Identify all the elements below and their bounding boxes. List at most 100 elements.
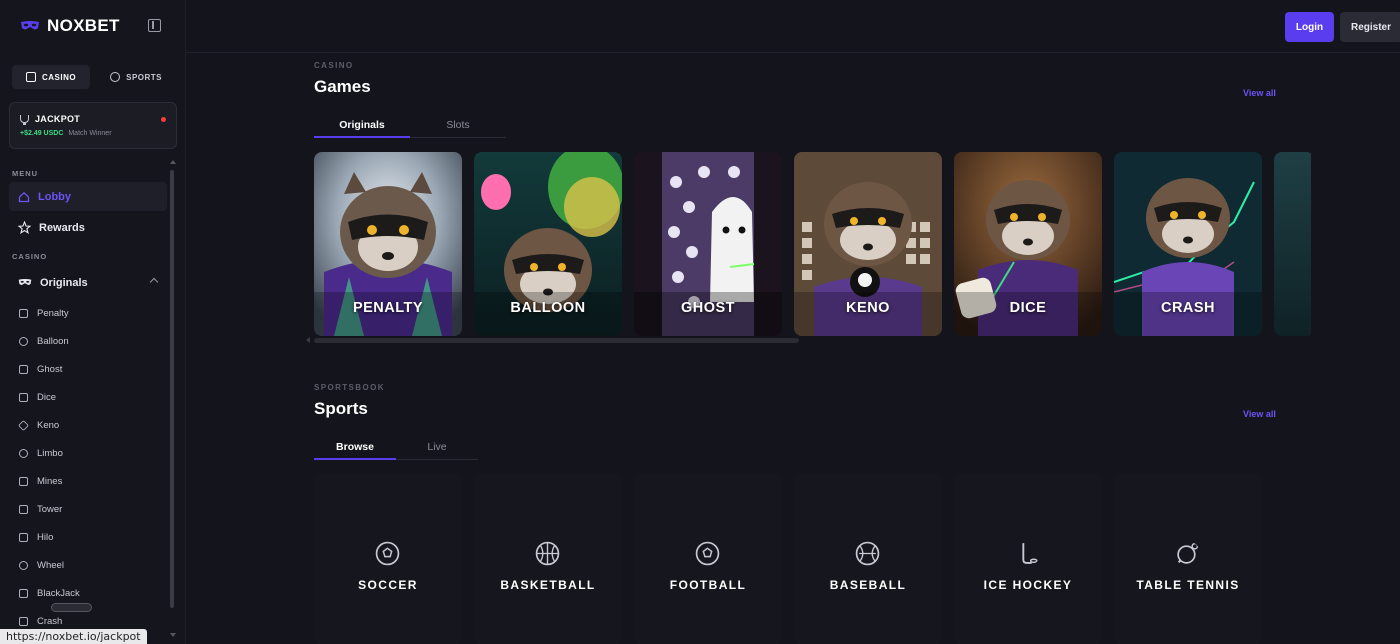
game-card-dice[interactable]: DICE [954, 152, 1102, 336]
sport-name: TABLE TENNIS [1136, 578, 1240, 592]
sidebar-item-lobby[interactable]: Lobby [9, 182, 167, 211]
games-carousel-scrollbar[interactable] [306, 337, 799, 343]
jackpot-subtitle: +$2.49 USDC Match Winner [20, 130, 112, 137]
mask-icon [18, 279, 32, 285]
sport-card-football[interactable]: FOOTBALL [634, 473, 782, 644]
sport-card-table-tennis[interactable]: TABLE TENNIS [1114, 473, 1262, 644]
jackpot-title-text: JACKPOT [35, 114, 81, 124]
baseball-icon [855, 541, 880, 566]
jackpot-widget[interactable]: JACKPOT +$2.49 USDC Match Winner [9, 102, 177, 149]
sport-card-basketball[interactable]: BASKETBALL [474, 473, 622, 644]
sport-card-soccer[interactable]: SOCCER [314, 473, 462, 644]
tab-originals[interactable]: Originals [314, 112, 410, 138]
sidebar: NOXBET CASINO SPORTS JACKPOT +$2.49 USDC… [0, 0, 186, 644]
mask-logo-icon [21, 21, 39, 30]
sidebar-item-keno[interactable]: Keno [9, 412, 167, 438]
chevron-up-icon[interactable] [149, 277, 159, 287]
basketball-icon [535, 541, 560, 566]
tab-slots[interactable]: Slots [410, 112, 506, 137]
sidebar-item-label: Crash [37, 615, 63, 627]
hockey-stick-icon [1022, 543, 1038, 564]
game-card-keno[interactable]: KENO [794, 152, 942, 336]
sidebar-item-hilo[interactable]: Hilo [9, 524, 167, 550]
game-card-partial[interactable] [1274, 152, 1311, 336]
games-eyebrow: CASINO [314, 61, 354, 70]
sidebar-group-originals[interactable]: Originals [9, 268, 167, 297]
jackpot-amount: +$2.49 USDC [20, 130, 64, 137]
tab-sports[interactable]: SPORTS [96, 65, 176, 89]
cards-icon [19, 532, 28, 542]
brand-name: NOXBET [47, 16, 120, 35]
wheel-icon [19, 560, 28, 570]
tab-live[interactable]: Live [396, 434, 478, 459]
sport-name: FOOTBALL [669, 578, 747, 592]
sidebar-item-limbo[interactable]: Limbo [9, 440, 167, 466]
sidebar-group-label: Originals [40, 276, 88, 289]
status-bar-url: https://noxbet.io/jackpot [0, 629, 147, 644]
mode-tabs: CASINO SPORTS [12, 65, 176, 89]
sidebar-scrollbar[interactable] [170, 170, 174, 608]
sidebar-item-dice[interactable]: Dice [9, 384, 167, 410]
register-button[interactable]: Register [1340, 12, 1400, 42]
goal-icon [19, 308, 28, 318]
game-card-crash[interactable]: CRASH [1114, 152, 1262, 336]
sidebar-item-label: Tower [37, 503, 63, 515]
sidebar-item-label: Balloon [37, 335, 69, 347]
table-tennis-icon [1176, 542, 1199, 565]
soccer-ball-icon [110, 72, 121, 82]
tab-browse[interactable]: Browse [314, 434, 396, 460]
horizontal-scroll-handle[interactable] [51, 603, 92, 612]
sports-view-all-link[interactable]: View all [1243, 409, 1276, 419]
rocket-icon [19, 616, 28, 626]
sidebar-item-wheel[interactable]: Wheel [9, 552, 167, 578]
dice-icon [26, 72, 36, 82]
sidebar-item-ghost[interactable]: Ghost [9, 356, 167, 382]
menu-section-label: MENU [12, 169, 39, 178]
games-title: Games [314, 77, 371, 96]
sidebar-item-tower[interactable]: Tower [9, 496, 167, 522]
sidebar-item-balloon[interactable]: Balloon [9, 328, 167, 354]
scroll-down-arrow-icon[interactable] [170, 633, 176, 637]
sidebar-item-mines[interactable]: Mines [9, 468, 167, 494]
football-icon [695, 541, 720, 566]
game-card-ghost[interactable]: GHOST [634, 152, 782, 336]
tab-casino[interactable]: CASINO [12, 65, 91, 89]
game-card-title: BALLOON [510, 300, 586, 316]
pickaxe-icon [19, 476, 28, 486]
sidebar-item-label: Mines [37, 475, 63, 487]
scroll-up-arrow-icon[interactable] [170, 160, 176, 164]
casino-section-label: CASINO [12, 252, 48, 261]
top-header: Login Register [186, 0, 1400, 53]
login-button[interactable]: Login [1285, 12, 1334, 42]
sport-card-ice-hockey[interactable]: ICE HOCKEY [954, 473, 1102, 644]
game-card-title: DICE [1009, 300, 1047, 316]
logo[interactable]: NOXBET [20, 16, 120, 36]
diamond-icon [18, 419, 29, 431]
live-indicator-dot [161, 117, 166, 122]
sports-eyebrow: SPORTSBOOK [314, 383, 385, 392]
sidebar-collapse-icon[interactable] [148, 19, 161, 32]
home-icon [18, 191, 30, 202]
tab-casino-label: CASINO [42, 72, 77, 82]
sidebar-item-label: Wheel [37, 559, 64, 571]
game-card-penalty[interactable]: PENALTY [314, 152, 462, 336]
sidebar-item-rewards[interactable]: Rewards [9, 213, 167, 242]
games-tabs: Originals Slots [314, 112, 506, 138]
sidebar-item-penalty[interactable]: Penalty [9, 300, 167, 326]
games-view-all-link[interactable]: View all [1243, 88, 1276, 98]
sidebar-item-label: Limbo [37, 447, 63, 459]
sidebar-item-label: Hilo [37, 531, 54, 543]
sport-name: BASEBALL [829, 578, 907, 592]
partial-card-artwork [1274, 152, 1311, 336]
sport-name: SOCCER [358, 578, 418, 592]
balloon-icon [19, 336, 28, 346]
game-card-balloon[interactable]: BALLOON [474, 152, 622, 336]
sidebar-item-label: Ghost [37, 363, 63, 375]
sidebar-item-label: Lobby [38, 190, 71, 203]
target-icon [19, 448, 28, 458]
sport-card-baseball[interactable]: BASEBALL [794, 473, 942, 644]
soccer-ball-icon [375, 541, 400, 566]
dice-icon [19, 392, 28, 402]
sport-name: ICE HOCKEY [983, 578, 1073, 592]
sidebar-item-label: Keno [37, 419, 60, 431]
